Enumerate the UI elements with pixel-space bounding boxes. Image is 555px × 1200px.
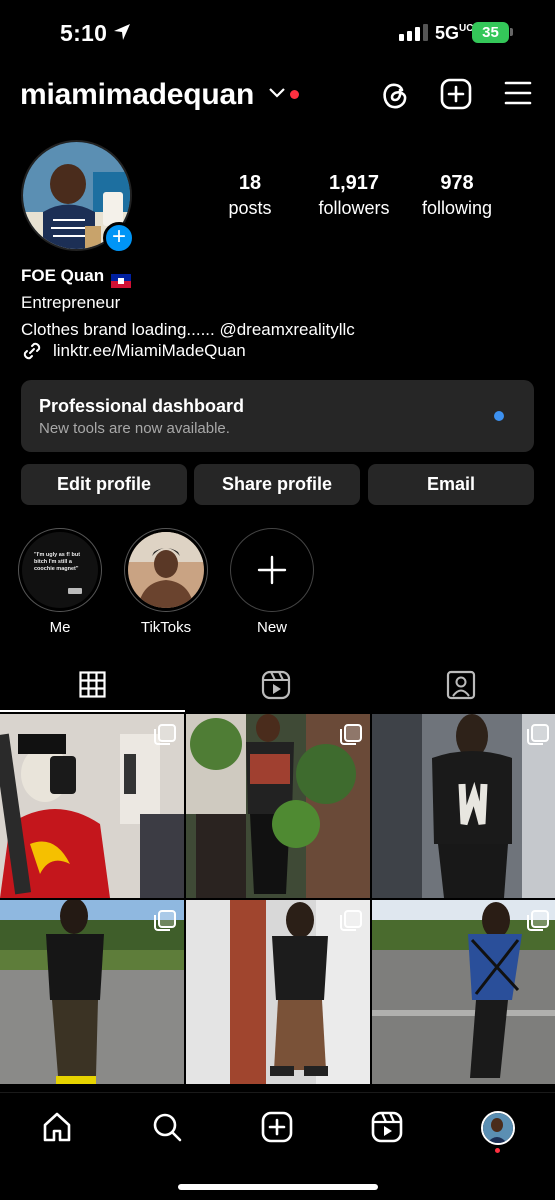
status-time: 5:10 [60, 20, 108, 46]
create-icon[interactable] [440, 78, 472, 110]
multi-photo-icon [527, 724, 549, 745]
post-thumbnail[interactable] [372, 714, 555, 898]
professional-dashboard[interactable]: Professional dashboard New tools are now… [21, 380, 534, 452]
stat-following[interactable]: 978 following [414, 172, 500, 219]
location-arrow-icon [114, 24, 130, 40]
add-story-button[interactable]: + [103, 222, 135, 254]
post-thumbnail[interactable] [0, 714, 184, 898]
post-thumbnail[interactable] [372, 900, 555, 1084]
home-icon[interactable] [41, 1111, 73, 1143]
cellular-signal-icon [399, 24, 428, 41]
chevron-down-icon[interactable] [268, 86, 286, 100]
account-switcher[interactable]: miamimadequan [20, 78, 254, 112]
link-icon [23, 342, 41, 360]
post-thumbnail[interactable] [0, 900, 184, 1084]
dashboard-title: Professional dashboard [39, 396, 245, 416]
post-thumbnail[interactable] [186, 900, 370, 1084]
share-profile-button[interactable]: Share profile [194, 464, 360, 505]
highlight-label: Me [49, 619, 71, 636]
home-indicator[interactable] [178, 1184, 378, 1190]
highlight-me[interactable]: "I'm ugly as f! but bitch I'm still a co… [18, 528, 102, 636]
profile-nav-avatar[interactable] [481, 1111, 515, 1145]
reels-icon[interactable] [261, 670, 291, 700]
dashboard-subtitle: New tools are now available. [39, 420, 230, 437]
highlight-label: New [256, 619, 287, 636]
profile-avatar[interactable]: + [21, 140, 135, 254]
stat-followers[interactable]: 1,917 followers [310, 172, 398, 219]
profile-header: miamimadequan [0, 74, 555, 118]
highlight-tiktoks[interactable]: TikToks [124, 528, 208, 636]
multi-photo-icon [340, 724, 362, 745]
plus-icon [234, 532, 310, 608]
highlight-label: TikToks [140, 619, 192, 636]
tagged-icon[interactable] [446, 670, 476, 700]
email-button[interactable]: Email [368, 464, 534, 505]
menu-icon[interactable] [504, 78, 532, 108]
unread-dot [494, 411, 504, 421]
profile-bio: FOE Quan Entrepreneur Clothes brand load… [21, 262, 355, 343]
grid-icon[interactable] [79, 671, 106, 698]
profile-category: Entrepreneur [21, 293, 121, 312]
notification-dot [290, 90, 299, 99]
active-tab-indicator [0, 710, 185, 712]
search-icon[interactable] [151, 1111, 183, 1143]
battery-cap [510, 28, 513, 36]
battery-icon: 35 [472, 22, 509, 43]
highlight-thumbnail [128, 532, 204, 608]
post-thumbnail[interactable] [186, 714, 370, 898]
profile-name: FOE Quan [21, 262, 355, 289]
haiti-flag-icon [111, 269, 132, 288]
highlight-quote: "I'm ugly as f! but bitch I'm still a co… [34, 552, 81, 572]
profile-link-text: linktr.ee/MiamiMadeQuan [53, 341, 246, 360]
stat-posts[interactable]: 18 posts [220, 172, 280, 219]
notification-dot [495, 1148, 500, 1153]
highlight-thumbnail: "I'm ugly as f! but bitch I'm still a co… [22, 532, 98, 608]
edit-profile-button[interactable]: Edit profile [21, 464, 187, 505]
threads-icon[interactable] [378, 78, 412, 112]
reels-nav-icon[interactable] [371, 1111, 403, 1143]
status-bar: 5:10 5GUC 35 [0, 0, 555, 66]
create-post-icon[interactable] [261, 1111, 293, 1143]
profile-bio-text: Clothes brand loading...... @dreamxreali… [21, 320, 355, 339]
post-grid [0, 714, 555, 1084]
highlight-new[interactable]: New [230, 528, 314, 636]
multi-photo-icon [340, 910, 362, 931]
network-type: 5GUC [435, 23, 474, 43]
profile-link[interactable]: linktr.ee/MiamiMadeQuan [21, 340, 246, 362]
multi-photo-icon [154, 910, 176, 931]
profile-tabs [0, 662, 555, 712]
multi-photo-icon [154, 724, 176, 745]
multi-photo-icon [527, 910, 549, 931]
